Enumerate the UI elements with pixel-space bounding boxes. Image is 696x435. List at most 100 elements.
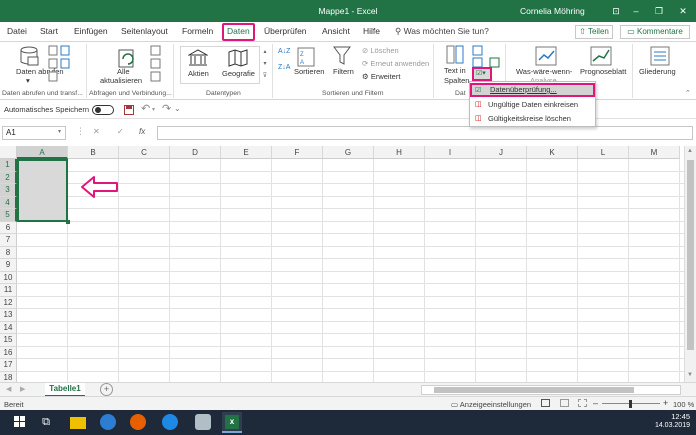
what-if-label-1[interactable]: Was-wäre-wenn- [516, 67, 572, 76]
tab-ueberpruefen[interactable]: Überprüfen [264, 26, 307, 36]
datatype-geography[interactable]: Geografie [222, 69, 255, 78]
row-header[interactable]: 6 [0, 221, 17, 234]
zoom-level[interactable]: 100 % [673, 400, 694, 409]
column-header[interactable]: E [221, 146, 272, 159]
row-header[interactable]: 1 [0, 159, 17, 172]
excel-taskbar-item[interactable]: x [222, 412, 242, 433]
hscroll-thumb[interactable] [434, 387, 634, 393]
column-header[interactable]: B [68, 146, 119, 159]
fill-handle[interactable] [66, 220, 70, 224]
gallery-scroll-icon[interactable]: ▴ ▾ ⊽ [261, 46, 269, 84]
firefox-icon[interactable] [130, 414, 146, 430]
sort-za-icon[interactable]: Z↓A [278, 62, 290, 73]
horizontal-scrollbar[interactable] [421, 385, 681, 395]
task-view-icon[interactable]: ⧉ [38, 414, 54, 430]
forecast-sheet-label[interactable]: Prognoseblatt [580, 67, 626, 76]
row-header[interactable]: 14 [0, 321, 17, 334]
row-header[interactable]: 5 [0, 209, 17, 222]
row-header[interactable]: 9 [0, 259, 17, 272]
chat-icon[interactable] [162, 414, 178, 430]
row-header[interactable]: 15 [0, 334, 17, 347]
row-header[interactable]: 2 [0, 171, 17, 184]
sheet-prev-icon[interactable]: ◀ [6, 385, 11, 393]
column-header[interactable]: G [323, 146, 374, 159]
filter-label[interactable]: Filtern [333, 67, 354, 76]
text-to-columns-label-2[interactable]: Spalten [444, 76, 469, 85]
reapply-filter[interactable]: ⟳ Erneut anwenden [362, 59, 429, 68]
column-header[interactable]: C [119, 146, 170, 159]
ribbon-display-options-icon[interactable]: ⊡ [608, 3, 624, 19]
tab-seitenlayout[interactable]: Seitenlayout [121, 26, 168, 36]
column-header[interactable]: K [527, 146, 578, 159]
save-icon[interactable] [124, 105, 134, 115]
display-settings[interactable]: ▭ Anzeigeeinstellungen [451, 400, 531, 409]
restore-button[interactable]: ❐ [651, 3, 667, 19]
column-header[interactable]: I [425, 146, 476, 159]
column-header[interactable]: A [17, 146, 68, 159]
tell-me-search[interactable]: ⚲ Was möchten Sie tun? [395, 26, 489, 37]
sort-label[interactable]: Sortieren [294, 67, 324, 76]
cancel-icon[interactable]: ✕ [93, 127, 100, 136]
name-box[interactable]: A1 [2, 126, 66, 140]
zoom-in-icon[interactable]: + [663, 398, 668, 408]
refresh-all-label-2[interactable]: aktualisieren [100, 76, 142, 85]
row-header[interactable]: 8 [0, 246, 17, 259]
tab-einfuegen[interactable]: Einfügen [74, 26, 108, 36]
tab-formeln[interactable]: Formeln [182, 26, 213, 36]
sheet-next-icon[interactable]: ▶ [20, 385, 25, 393]
data-validation-button[interactable]: ☑▾ [472, 67, 492, 81]
refresh-all-label-1[interactable]: Alle [117, 67, 130, 76]
customize-qat-icon[interactable]: ⌄ [174, 104, 181, 113]
outline-label[interactable]: Gliederung [639, 67, 676, 76]
clock-date[interactable]: 14.03.2019 [645, 422, 690, 429]
row-header[interactable]: 3 [0, 184, 17, 197]
row-header[interactable]: 11 [0, 284, 17, 297]
sheet-tab-tabelle1[interactable]: Tabelle1 [45, 383, 85, 397]
clock-time[interactable]: 12:45 [650, 412, 690, 421]
get-data-arrow[interactable]: ▾ [26, 76, 30, 85]
clear-filter[interactable]: ⊘ Löschen [362, 46, 399, 55]
column-header[interactable]: F [272, 146, 323, 159]
tab-ansicht[interactable]: Ansicht [322, 26, 350, 36]
tab-start[interactable]: Start [40, 26, 58, 36]
menu-item-data-validation[interactable]: ☑ Datenüberprüfung... [470, 83, 595, 97]
vertical-scrollbar[interactable]: ▲ ▼ [684, 146, 696, 382]
file-explorer-icon[interactable] [70, 417, 86, 429]
worksheet-grid[interactable]: ABCDEFGHIJKLM 1 2 3 4 5 6 7 8 9 10 11 12 13 14 15 16 17 1… [0, 146, 696, 397]
app-icon[interactable] [195, 414, 211, 430]
column-header[interactable]: M [629, 146, 680, 159]
page-break-view-icon[interactable] [578, 399, 587, 407]
datatype-stocks[interactable]: Aktien [188, 69, 209, 78]
autosave-toggle[interactable] [92, 105, 114, 115]
tab-datei[interactable]: Datei [7, 26, 27, 36]
text-to-columns-label-1[interactable]: Text in [444, 66, 466, 75]
undo-icon[interactable]: ↶ [141, 102, 150, 115]
column-header[interactable]: H [374, 146, 425, 159]
row-header[interactable]: 4 [0, 196, 17, 209]
tab-hilfe[interactable]: Hilfe [363, 26, 380, 36]
scrollbar-thumb[interactable] [687, 160, 694, 350]
row-header[interactable]: 16 [0, 346, 17, 359]
share-button[interactable]: ⇧ Teilen [575, 25, 613, 39]
zoom-out-icon[interactable]: – [593, 398, 598, 408]
comments-button[interactable]: ▭ Kommentare [620, 25, 690, 39]
insert-function-icon[interactable]: fx [139, 127, 145, 136]
row-header[interactable]: 7 [0, 234, 17, 247]
enter-icon[interactable]: ✓ [117, 127, 124, 136]
sort-az-icon[interactable]: A↓Z [278, 46, 290, 57]
redo-icon[interactable]: ↷ [162, 102, 171, 115]
scroll-up-icon[interactable]: ▲ [687, 148, 693, 154]
column-header[interactable]: L [578, 146, 629, 159]
safari-icon[interactable] [100, 414, 116, 430]
close-button[interactable]: ✕ [675, 3, 691, 19]
advanced-filter[interactable]: ⚙ Erweitert [362, 72, 400, 81]
row-header[interactable]: 10 [0, 271, 17, 284]
zoom-slider-thumb[interactable] [629, 400, 632, 408]
menu-item-clear-circles[interactable]: ◫ Gültigkeitskreise löschen [470, 112, 595, 126]
selected-range[interactable] [17, 159, 68, 222]
add-sheet-button[interactable]: + [100, 383, 113, 396]
row-header[interactable]: 17 [0, 359, 17, 372]
user-name[interactable]: Cornelia Möhring [520, 6, 585, 16]
column-header[interactable]: D [170, 146, 221, 159]
namebox-dropdown-icon[interactable]: ▾ [58, 128, 61, 135]
